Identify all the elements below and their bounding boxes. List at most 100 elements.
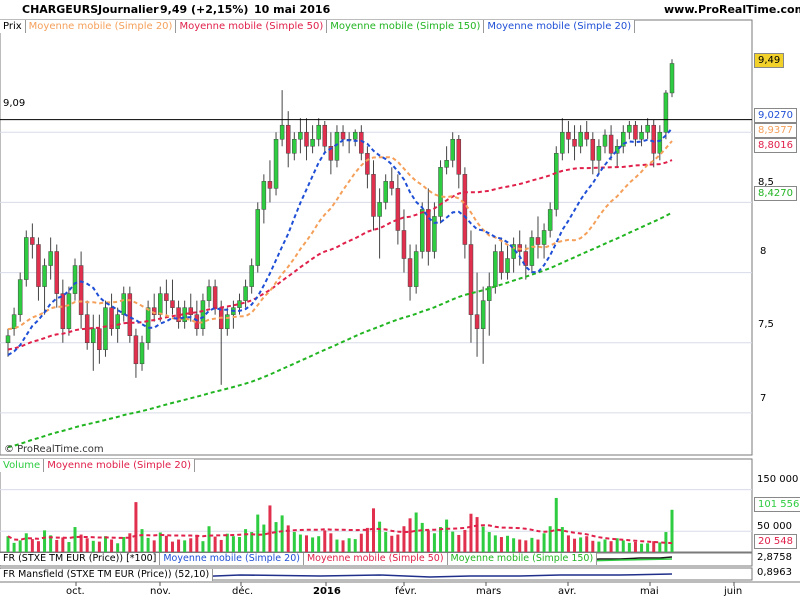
candle-body	[298, 131, 303, 140]
volume-bar	[396, 534, 400, 552]
candle-body	[365, 153, 370, 175]
volume-bar	[390, 535, 394, 552]
candle-body	[139, 342, 145, 365]
legend-rs-ma50[interactable]: Moyenne mobile (Simple 50)	[303, 553, 448, 565]
volume-bar	[542, 533, 546, 552]
volume-bar	[475, 517, 479, 552]
volume-bar	[323, 530, 327, 552]
volume-bar	[353, 539, 357, 552]
mansfield-tag: 0,8963	[757, 567, 792, 578]
legend-volume[interactable]: Volume	[0, 459, 45, 472]
candle-body	[578, 131, 583, 147]
legend-mansfield[interactable]: FR Mansfield (STXE TM EUR (Price)) (52,1…	[0, 569, 214, 581]
volume-bar	[61, 537, 65, 552]
candle-body	[432, 216, 437, 252]
quote-date: 10 mai 2016	[254, 3, 331, 16]
candle-body	[145, 307, 151, 343]
volume-bar	[262, 524, 266, 552]
volume-legend: Volume Moyenne mobile (Simple 20)	[0, 459, 195, 472]
price-axis-label: 7,5	[758, 319, 774, 330]
volume-bar	[304, 535, 308, 552]
volume-bar	[128, 533, 132, 552]
volume-bar	[292, 532, 296, 552]
volume-bar	[12, 542, 16, 552]
price-legend: Prix Moyenne mobile (Simple 20) Moyenne …	[0, 20, 636, 33]
chart-menu-icon[interactable]	[3, 4, 13, 14]
volume-bar	[103, 536, 107, 552]
legend-ma150[interactable]: Moyenne mobile (Simple 150)	[327, 20, 485, 33]
volume-bar	[560, 527, 564, 552]
legend-price[interactable]: Prix	[0, 20, 26, 33]
candle-body	[541, 230, 547, 245]
candle-body	[608, 134, 614, 154]
candle-body	[340, 131, 346, 140]
volume-bar	[402, 526, 406, 552]
volume-bar	[335, 539, 339, 552]
candle-body	[212, 286, 218, 308]
legend-ma20-blue[interactable]: Moyenne mobile (Simple 20)	[484, 20, 636, 33]
volume-bar	[530, 537, 534, 552]
candle-body	[243, 286, 248, 301]
watermark: © ProRealTime.com	[4, 444, 104, 455]
ma50-tag: 8,8016	[754, 138, 797, 153]
volume-bar	[414, 512, 418, 552]
candle-body	[200, 300, 206, 329]
candle-body	[645, 124, 650, 133]
legend-rs[interactable]: FR (STXE TM EUR (Price)) [*100]	[0, 553, 161, 565]
ma20-orange-tag: 8,9377	[754, 123, 797, 138]
candle-body	[206, 286, 212, 301]
volume-bar	[280, 515, 284, 552]
volume-bar	[365, 527, 369, 552]
legend-rs-ma150[interactable]: Moyenne mobile (Simple 150)	[447, 553, 598, 565]
volume-bar	[548, 526, 552, 552]
x-axis-label: févr.	[395, 586, 417, 597]
candle-body	[462, 174, 468, 245]
candle-body	[413, 251, 419, 287]
candle-body	[419, 209, 425, 252]
legend-rs-ma20[interactable]: Moyenne mobile (Simple 20)	[160, 553, 304, 565]
candle-body	[261, 181, 267, 210]
candle-body	[133, 335, 139, 365]
volume-bar	[329, 533, 333, 552]
period-label: Journalier	[98, 3, 159, 16]
site-label[interactable]: www.ProRealTime.com	[664, 3, 800, 16]
price-axis-label: 7	[760, 393, 767, 404]
candle-body	[560, 131, 565, 154]
candle-body	[66, 293, 72, 329]
volume-bar	[439, 527, 443, 552]
candle-body	[48, 251, 53, 266]
volume-axis-label: 150 000	[757, 474, 799, 485]
x-axis-label: mai	[640, 586, 659, 597]
volume-bar	[566, 535, 570, 552]
legend-ma50[interactable]: Moyenne mobile (Simple 50)	[176, 20, 328, 33]
candle-body	[322, 124, 328, 147]
volume-bar	[518, 539, 522, 552]
volume-bar	[524, 540, 528, 552]
legend-ma20-orange[interactable]: Moyenne mobile (Simple 20)	[25, 20, 177, 33]
volume-bar	[207, 526, 211, 552]
candle-body	[11, 314, 17, 329]
x-axis-label: mars	[476, 586, 502, 597]
candle-body	[468, 244, 474, 315]
volume-bar	[420, 522, 424, 552]
volume-bar	[219, 539, 223, 552]
candle-body	[499, 251, 504, 273]
candle-body	[602, 134, 608, 147]
volume-bar	[432, 533, 436, 552]
volume-bar	[451, 531, 455, 552]
candle-body	[377, 202, 382, 217]
volume-tag: 101 556	[754, 497, 800, 512]
volume-bar	[615, 538, 619, 552]
candle-body	[663, 92, 669, 133]
volume-bar	[603, 539, 607, 552]
legend-volume-ma[interactable]: Moyenne mobile (Simple 20)	[44, 459, 195, 472]
volume-bar	[640, 543, 644, 552]
candle-body	[255, 209, 261, 266]
volume-bar	[408, 518, 412, 552]
volume-bar	[183, 540, 187, 552]
volume-bar	[585, 536, 589, 552]
x-axis-label: déc.	[232, 586, 254, 597]
volume-bar	[633, 542, 637, 552]
candle-body	[651, 124, 656, 154]
candle-body	[115, 314, 120, 329]
